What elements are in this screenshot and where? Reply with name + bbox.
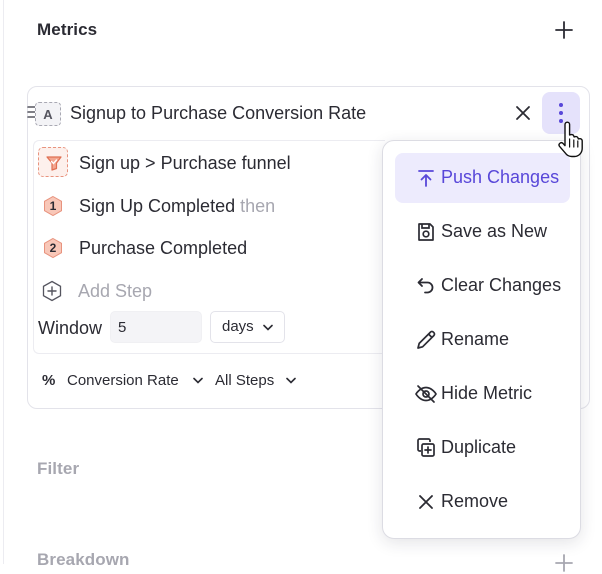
add-metric-button[interactable] xyxy=(553,19,575,41)
menu-item-label: Push Changes xyxy=(441,167,560,187)
metric-options-button[interactable] xyxy=(542,92,580,134)
save-as-new-icon xyxy=(418,223,434,241)
menu-item-label: Duplicate xyxy=(441,437,517,457)
chevron-down-icon xyxy=(263,324,273,331)
add-step-icon[interactable] xyxy=(41,280,63,302)
kebab-dot xyxy=(559,111,563,115)
close-icon xyxy=(419,495,433,509)
filter-section-title[interactable]: Filter xyxy=(37,459,79,479)
undo-icon xyxy=(417,278,434,294)
duplicate-icon xyxy=(417,438,435,457)
measure-label: Conversion Rate xyxy=(67,372,179,389)
chevron-down-icon xyxy=(286,377,296,384)
step-row[interactable]: Sign Up Completed then xyxy=(79,196,275,217)
step-number-badge: 1 xyxy=(42,195,64,217)
chevron-down-icon xyxy=(193,377,203,384)
metric-title[interactable]: Signup to Purchase Conversion Rate xyxy=(70,103,366,124)
funnel-icon xyxy=(38,147,68,177)
eye-off-icon xyxy=(415,385,437,403)
menu-item-label: Rename xyxy=(441,329,510,349)
close-icon xyxy=(516,106,530,120)
add-breakdown-button[interactable] xyxy=(553,552,575,574)
measure-select[interactable]: Conversion Rate xyxy=(67,372,203,389)
menu-item-label: Save as New xyxy=(441,221,548,241)
step-event-name: Purchase Completed xyxy=(79,238,248,258)
window-unit-select[interactable]: days xyxy=(210,311,285,343)
close-metric-button[interactable] xyxy=(513,103,533,123)
funnel-name[interactable]: Sign up > Purchase funnel xyxy=(79,153,291,174)
window-value-input[interactable] xyxy=(110,311,202,343)
menu-item-duplicate[interactable]: Duplicate xyxy=(395,423,570,473)
breakdown-section-title[interactable]: Breakdown xyxy=(37,550,130,570)
metric-letter-badge: A xyxy=(35,102,61,126)
metric-options-menu: Push Changes Save as New Clear Changes R… xyxy=(382,140,581,539)
menu-item-hide-metric[interactable]: Hide Metric xyxy=(395,369,570,419)
menu-item-save-as-new[interactable]: Save as New xyxy=(395,207,570,257)
step-event-name: Sign Up Completed xyxy=(79,196,236,216)
window-label: Window xyxy=(38,318,103,338)
percent-icon: % xyxy=(42,372,56,389)
steps-scope-select[interactable]: All Steps xyxy=(215,372,296,389)
add-step-button[interactable]: Add Step xyxy=(78,281,152,302)
menu-item-clear-changes[interactable]: Clear Changes xyxy=(395,261,570,311)
panel-left-border xyxy=(3,0,4,564)
window-unit-value: days xyxy=(222,318,254,335)
push-changes-icon xyxy=(418,170,434,187)
plus-icon xyxy=(555,21,573,39)
pencil-icon xyxy=(417,330,436,349)
menu-item-push-changes[interactable]: Push Changes xyxy=(395,153,570,203)
plus-icon xyxy=(555,554,573,572)
kebab-dot xyxy=(559,119,563,123)
menu-item-label: Hide Metric xyxy=(441,383,533,403)
kebab-dot xyxy=(559,103,563,107)
menu-item-rename[interactable]: Rename xyxy=(395,315,570,365)
step-connector-text: then xyxy=(240,196,276,216)
menu-item-remove[interactable]: Remove xyxy=(395,477,570,527)
steps-scope-label: All Steps xyxy=(215,372,275,389)
metrics-section-title: Metrics xyxy=(37,20,98,39)
step-number-badge: 2 xyxy=(42,237,64,259)
menu-item-label: Remove xyxy=(441,491,509,511)
step-row[interactable]: Purchase Completed xyxy=(79,238,247,259)
menu-item-label: Clear Changes xyxy=(441,275,562,295)
